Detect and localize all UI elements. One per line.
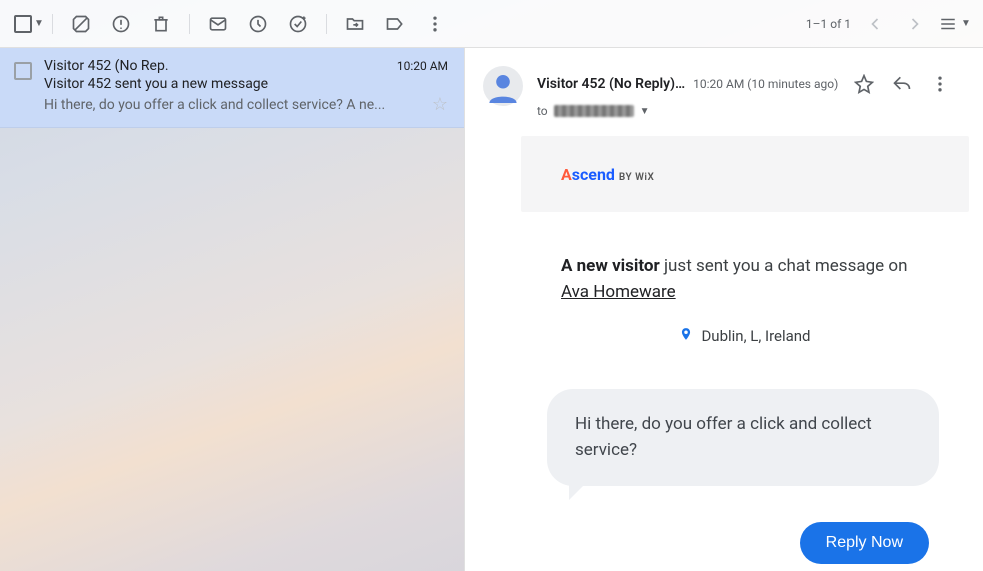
bubble-tail xyxy=(569,482,587,500)
message-header: Visitor 452 (No Reply)… 10:20 AM (10 min… xyxy=(465,48,983,118)
location-text: Dublin, L, Ireland xyxy=(701,327,810,345)
select-all-checkbox[interactable] xyxy=(14,15,32,33)
item-snippet: Hi there, do you offer a click and colle… xyxy=(44,97,426,113)
reading-pane: Visitor 452 (No Reply)… 10:20 AM (10 min… xyxy=(464,48,983,571)
to-line[interactable]: to ▼ xyxy=(537,104,969,118)
select-all-combo[interactable]: ▼ xyxy=(14,15,44,33)
older-button[interactable] xyxy=(895,4,935,44)
to-label: to xyxy=(537,104,548,118)
received-timestamp: 10:20 AM (10 minutes ago) xyxy=(693,77,838,91)
from-name: Visitor 452 (No Reply)… xyxy=(537,76,685,92)
mark-unread-button[interactable] xyxy=(198,4,238,44)
main-area: Visitor 452 (No Rep. 10:20 AM Visitor 45… xyxy=(0,48,983,571)
sender-name: Visitor 452 (No Rep. xyxy=(44,58,397,74)
reply-arrow-icon xyxy=(892,74,912,94)
info-button[interactable] xyxy=(101,4,141,44)
message-list-item[interactable]: Visitor 452 (No Rep. 10:20 AM Visitor 45… xyxy=(0,48,464,128)
trash-icon xyxy=(151,14,171,34)
item-time: 10:20 AM xyxy=(397,59,448,73)
ascend-logo: AscendBY WiX xyxy=(561,165,654,184)
notice-strong: A new visitor xyxy=(561,256,660,276)
notice-rest: just sent you a chat message on xyxy=(660,256,908,276)
chat-bubble: Hi there, do you offer a click and colle… xyxy=(547,389,939,486)
label-icon xyxy=(385,14,405,34)
separator xyxy=(189,14,190,34)
more-vert-icon xyxy=(425,14,445,34)
delete-button[interactable] xyxy=(141,4,181,44)
notice-text: A new visitor just sent you a chat messa… xyxy=(561,254,939,305)
newer-button[interactable] xyxy=(855,4,895,44)
density-icon xyxy=(939,15,957,33)
labels-button[interactable] xyxy=(375,4,415,44)
details-chevron-icon[interactable]: ▼ xyxy=(640,106,650,117)
chat-message-text: Hi there, do you offer a click and colle… xyxy=(547,389,939,486)
location-row: Dublin, L, Ireland xyxy=(521,325,969,347)
reply-now-button[interactable]: Reply Now xyxy=(800,522,929,564)
chevron-down-icon[interactable]: ▼ xyxy=(34,18,44,29)
recipient-redacted xyxy=(554,105,634,117)
separator xyxy=(326,14,327,34)
split-pane-toggle[interactable]: ▼ xyxy=(935,4,975,44)
brand-header: AscendBY WiX xyxy=(521,136,969,212)
star-icon[interactable]: ☆ xyxy=(432,94,448,115)
star-outline-icon xyxy=(854,74,874,94)
reply-button[interactable] xyxy=(884,66,920,102)
message-list-pane: Visitor 452 (No Rep. 10:20 AM Visitor 45… xyxy=(0,48,464,571)
add-to-tasks-button[interactable] xyxy=(278,4,318,44)
item-checkbox[interactable] xyxy=(14,62,32,80)
star-button[interactable] xyxy=(846,66,882,102)
location-pin-icon xyxy=(679,325,693,347)
report-spam-icon xyxy=(71,14,91,34)
email-body: AscendBY WiX A new visitor just sent you… xyxy=(465,118,983,564)
chevron-down-icon[interactable]: ▼ xyxy=(961,18,971,29)
page-count[interactable]: 1–1 of 1 xyxy=(806,17,851,31)
move-to-button[interactable] xyxy=(335,4,375,44)
chevron-right-icon xyxy=(905,14,925,34)
more-button[interactable] xyxy=(415,4,455,44)
site-link[interactable]: Ava Homeware xyxy=(561,282,676,302)
avatar[interactable] xyxy=(483,66,523,106)
toolbar: ▼ 1–1 of 1 ▼ xyxy=(0,0,983,48)
avatar-icon xyxy=(486,69,520,103)
report-spam-button[interactable] xyxy=(61,4,101,44)
task-add-icon xyxy=(288,14,308,34)
more-vert-icon xyxy=(930,74,950,94)
clock-icon xyxy=(248,14,268,34)
separator xyxy=(52,14,53,34)
message-more-button[interactable] xyxy=(922,66,958,102)
item-subject: Visitor 452 sent you a new message xyxy=(44,76,448,92)
chevron-left-icon xyxy=(865,14,885,34)
folder-move-icon xyxy=(345,14,365,34)
snooze-button[interactable] xyxy=(238,4,278,44)
envelope-icon xyxy=(208,14,228,34)
info-icon xyxy=(111,14,131,34)
